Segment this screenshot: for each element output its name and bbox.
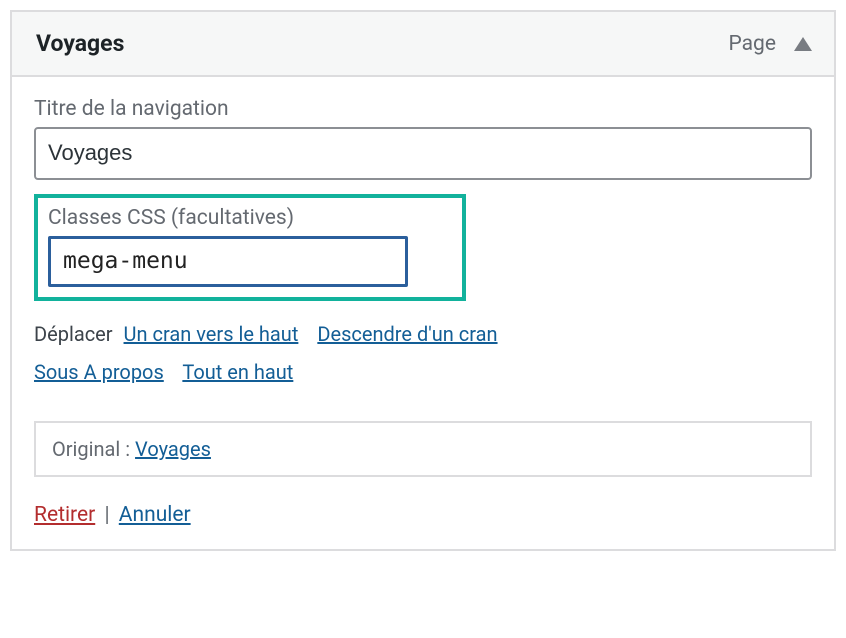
menu-item-panel: Voyages Page Titre de la navigation Clas… [10, 10, 836, 551]
move-to-top-link[interactable]: Tout en haut [182, 360, 293, 384]
nav-title-label: Titre de la navigation [34, 97, 812, 121]
original-link[interactable]: Voyages [135, 437, 211, 461]
move-under-parent-link[interactable]: Sous A propos [34, 360, 164, 384]
original-box: Original : Voyages [34, 421, 812, 477]
move-down-link[interactable]: Descendre d'un cran [317, 322, 497, 346]
move-row: Déplacer Un cran vers le haut Descendre … [34, 315, 812, 391]
panel-title: Voyages [36, 30, 124, 57]
panel-body: Titre de la navigation Classes CSS (facu… [12, 77, 834, 549]
remove-link[interactable]: Retirer [34, 503, 95, 527]
css-classes-label: Classes CSS (facultatives) [48, 206, 452, 230]
css-classes-highlight: Classes CSS (facultatives) [34, 194, 466, 302]
collapse-icon[interactable] [794, 37, 812, 51]
original-label: Original : [52, 437, 135, 461]
move-up-link[interactable]: Un cran vers le haut [124, 322, 299, 346]
move-label: Déplacer [34, 322, 113, 346]
css-classes-input[interactable] [48, 236, 408, 288]
bottom-actions: Retirer | Annuler [34, 503, 812, 527]
item-type-label: Page [729, 32, 777, 56]
action-separator: | [104, 503, 114, 527]
panel-header[interactable]: Voyages Page [12, 12, 834, 77]
cancel-link[interactable]: Annuler [119, 503, 191, 527]
nav-title-input[interactable] [34, 127, 812, 180]
panel-type-group: Page [729, 32, 813, 56]
